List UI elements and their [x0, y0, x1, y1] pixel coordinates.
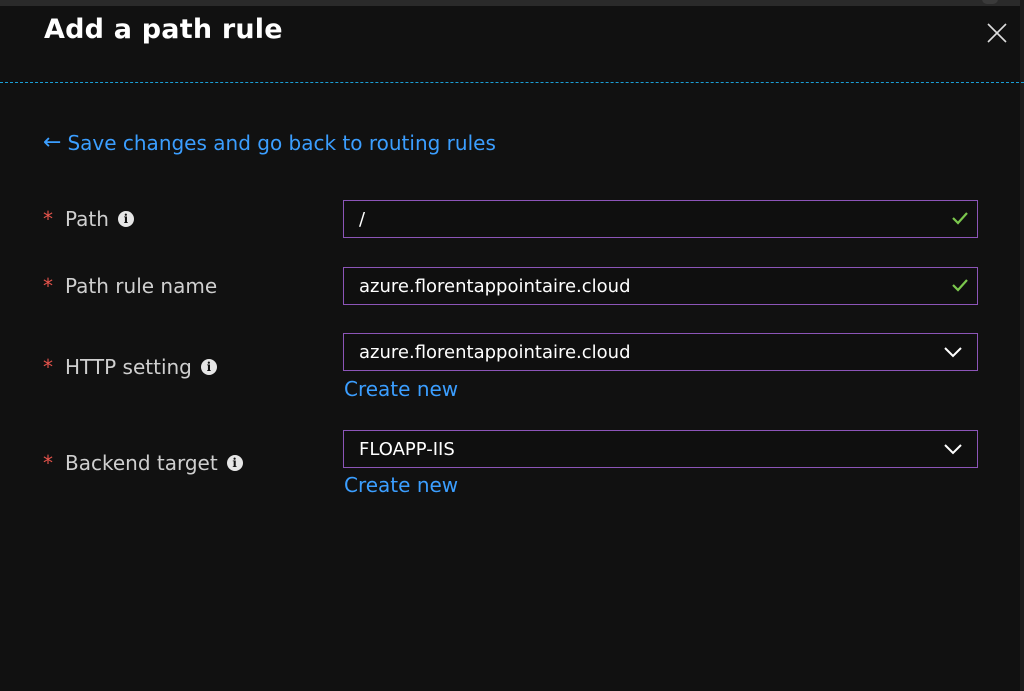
info-icon[interactable]: i	[117, 211, 134, 227]
backend-target-dropdown[interactable]: FLOAPP-IIS	[343, 430, 978, 468]
required-marker: *	[43, 274, 53, 298]
required-marker: *	[43, 207, 53, 231]
http-setting-create-new-link[interactable]: Create new	[344, 377, 458, 401]
http-setting-dropdown[interactable]: azure.florentappointaire.cloud	[343, 333, 978, 371]
backend-target-label-text: Backend target	[65, 451, 218, 475]
page-title: Add a path rule	[44, 14, 283, 45]
path-rule-name-input[interactable]: azure.florentappointaire.cloud	[343, 267, 978, 305]
http-setting-selected: azure.florentappointaire.cloud	[359, 341, 631, 363]
chevron-down-icon	[944, 347, 962, 358]
header-divider	[0, 82, 1024, 83]
path-label-text: Path	[65, 207, 109, 231]
checkmark-icon	[952, 212, 968, 225]
path-rule-name-label: * Path rule name	[43, 274, 217, 298]
top-strip	[0, 0, 1024, 6]
path-rule-name-label-text: Path rule name	[65, 274, 218, 298]
backend-target-create-new-link[interactable]: Create new	[344, 473, 458, 497]
required-marker: *	[43, 355, 53, 379]
right-edge	[1020, 0, 1024, 691]
required-marker: *	[43, 451, 53, 475]
backend-target-selected: FLOAPP-IIS	[359, 438, 455, 460]
backend-target-label: * Backend target i	[43, 451, 243, 475]
close-button[interactable]	[984, 20, 1010, 46]
path-input[interactable]: /	[343, 200, 978, 238]
path-rule-name-value: azure.florentappointaire.cloud	[359, 275, 631, 297]
close-icon	[987, 23, 1007, 43]
path-input-value: /	[359, 208, 366, 230]
back-link-label: Save changes and go back to routing rule…	[67, 131, 496, 155]
checkmark-icon	[952, 279, 968, 292]
info-icon[interactable]: i	[226, 455, 243, 471]
http-setting-label-text: HTTP setting	[65, 355, 192, 379]
chevron-down-icon	[944, 444, 962, 455]
back-to-routing-rules-link[interactable]: ← Save changes and go back to routing ru…	[43, 131, 496, 155]
arrow-left-icon: ←	[43, 130, 62, 155]
http-setting-label: * HTTP setting i	[43, 355, 217, 379]
add-path-rule-panel: Add a path rule ← Save changes and go ba…	[0, 0, 1024, 691]
info-icon[interactable]: i	[200, 359, 217, 375]
path-label: * Path i	[43, 207, 134, 231]
